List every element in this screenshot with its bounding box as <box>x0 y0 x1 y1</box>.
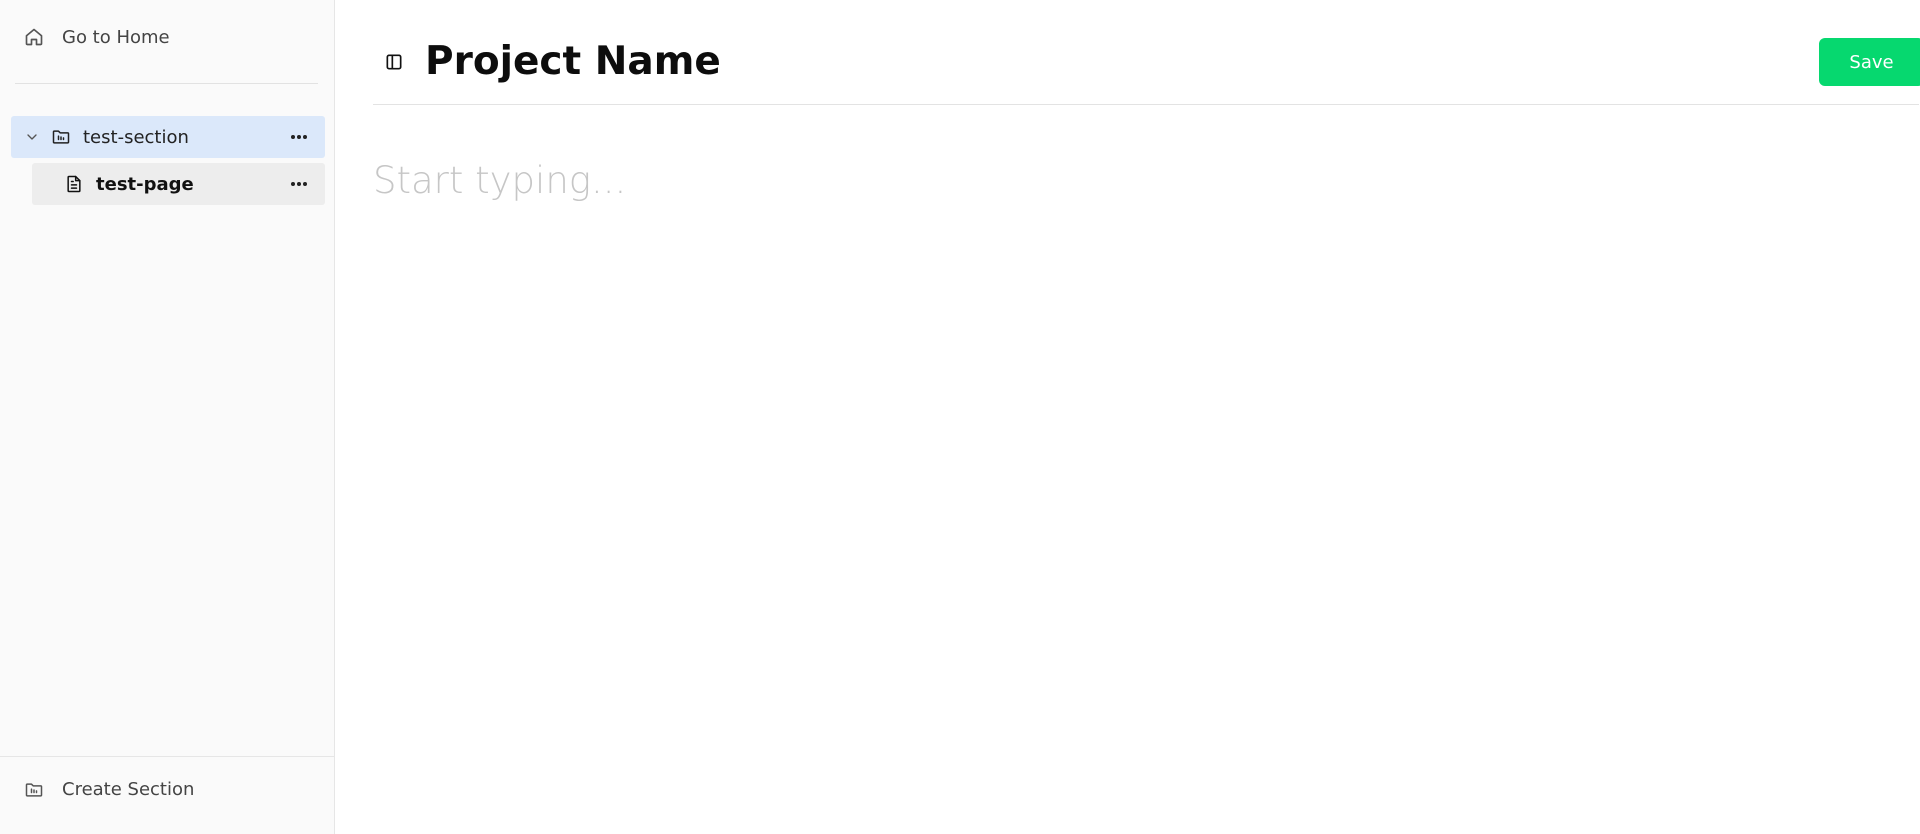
sidebar-footer: Create Section <box>0 756 334 834</box>
chevron-down-icon[interactable] <box>23 129 41 145</box>
tree-page-item[interactable]: test-page <box>32 163 325 205</box>
sidebar-divider <box>15 83 318 84</box>
main-content: Project Name Save <box>335 0 1920 834</box>
document-icon <box>64 174 84 194</box>
tree-section-label: test-section <box>83 126 189 148</box>
save-button[interactable]: Save <box>1819 38 1920 86</box>
section-more-icon[interactable] <box>285 125 313 149</box>
page-title[interactable]: Project Name <box>425 36 721 88</box>
tree-section-item[interactable]: test-section <box>11 116 325 158</box>
app-window: Go to Home test-section test-page Create… <box>0 0 1920 834</box>
create-section-label: Create Section <box>62 779 195 800</box>
go-to-home-label: Go to Home <box>62 26 170 48</box>
tree-page-label: test-page <box>96 173 194 195</box>
folder-plus-icon <box>24 780 44 800</box>
create-section-button[interactable]: Create Section <box>24 779 194 800</box>
editor-input[interactable] <box>373 150 1873 210</box>
folder-icon <box>51 127 71 147</box>
page-more-icon[interactable] <box>285 172 313 196</box>
home-icon <box>24 27 44 47</box>
sidebar-toggle-icon[interactable] <box>383 51 405 73</box>
sidebar: Go to Home test-section test-page Create… <box>0 0 335 834</box>
page-header: Project Name Save <box>373 0 1920 105</box>
go-to-home-link[interactable]: Go to Home <box>24 20 170 54</box>
